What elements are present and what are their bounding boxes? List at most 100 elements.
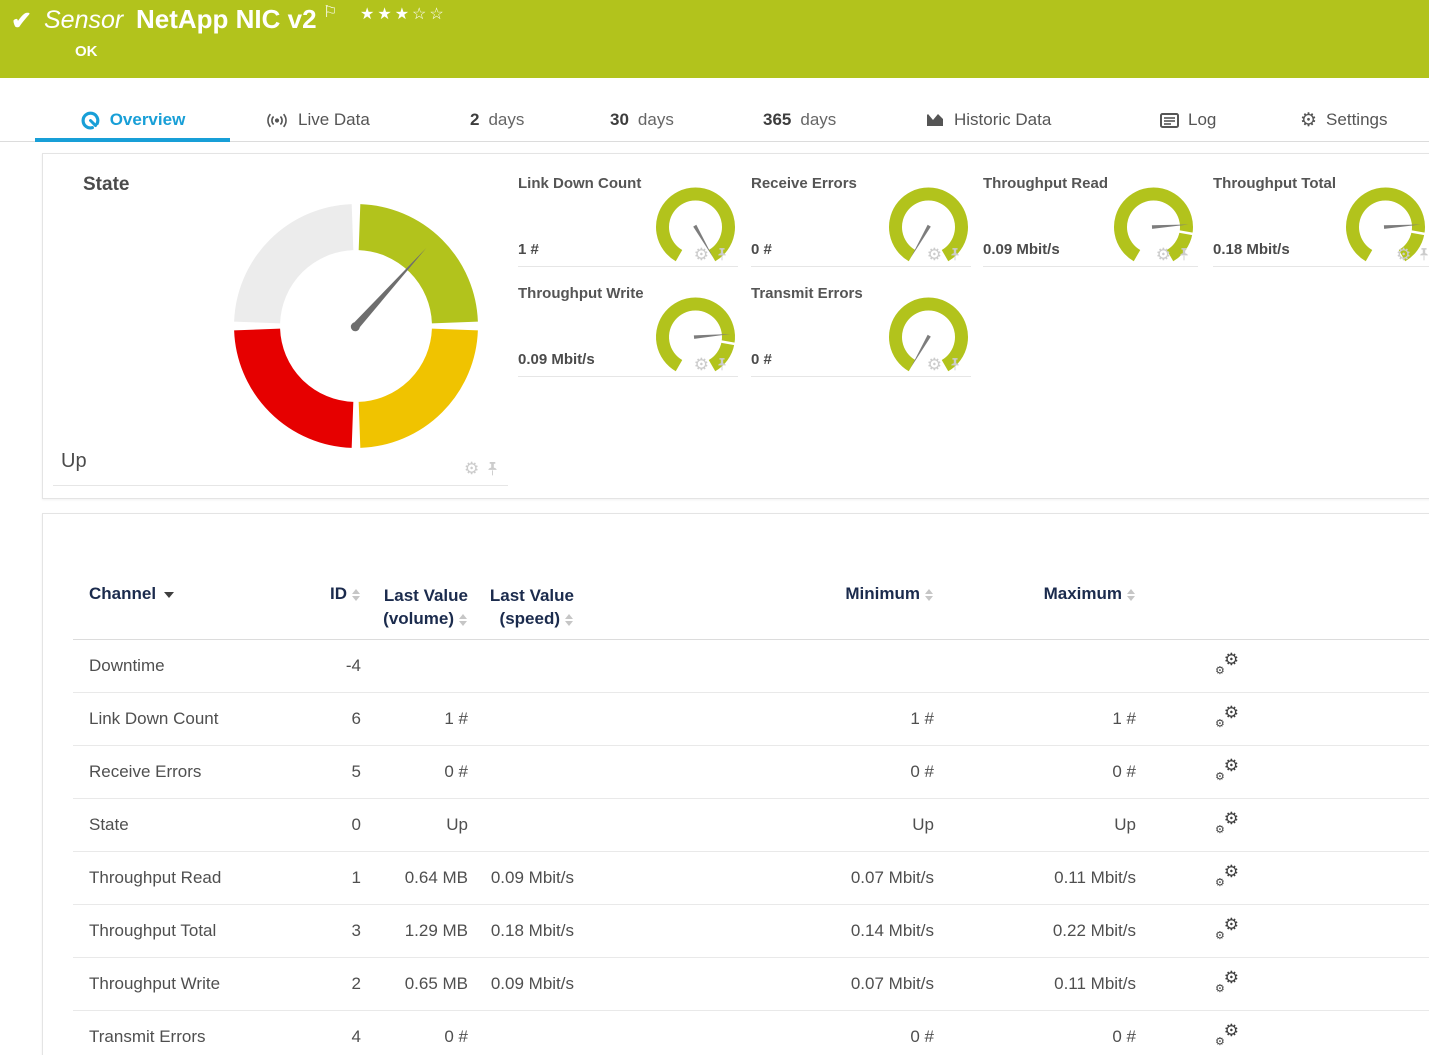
gauge-title: State [83,174,129,196]
last-value-volume: 0.65 MB [362,958,469,1011]
pin-icon[interactable] [716,357,728,372]
tab-365-days[interactable]: 365 days [763,100,836,140]
channel-name[interactable]: Transmit Errors [73,1011,280,1055]
table-row: Transmit Errors 4 0 # 0 # 0 # ⚙⚙ [73,1011,1429,1055]
channel-name[interactable]: Downtime [73,640,280,693]
gauge-settings-icon[interactable]: ⚙ [694,246,709,263]
table-row: Receive Errors 5 0 # 0 # 0 # ⚙⚙ [73,746,1429,799]
tab-log[interactable]: Log [1160,100,1216,140]
mini-gauge-card: Receive Errors 0 # ⚙ [751,171,971,267]
pin-icon[interactable] [716,247,728,262]
channel-settings-icon[interactable]: ⚙⚙ [1215,759,1239,781]
pin-icon[interactable] [486,461,499,477]
active-tab-underline [35,138,230,142]
pin-icon[interactable] [949,247,961,262]
gauge-value: 0 # [751,351,772,368]
column-header-maximum[interactable]: Maximum [935,576,1137,640]
minimum-value: Up [575,799,935,852]
tab-30-days[interactable]: 30 days [610,100,674,140]
sensor-type-label: Sensor [44,6,123,35]
minimum-value: 0.07 Mbit/s [575,852,935,905]
channel-settings-icon[interactable]: ⚙⚙ [1215,971,1239,993]
column-header-id[interactable]: ID [280,576,362,640]
maximum-value: 0.11 Mbit/s [935,958,1137,1011]
gauge-settings-icon[interactable]: ⚙ [927,356,942,373]
channel-settings-icon[interactable]: ⚙⚙ [1215,865,1239,887]
last-value-volume: 1.29 MB [362,905,469,958]
channel-settings-icon[interactable]: ⚙⚙ [1215,706,1239,728]
last-value-volume: 1 # [362,693,469,746]
sort-caret-icon [164,592,174,598]
pin-icon[interactable] [949,357,961,372]
channel-id: 1 [280,852,362,905]
tab-2-days[interactable]: 2 days [470,100,524,140]
pin-icon[interactable] [1418,247,1429,262]
table-header-row: Channel ID Last Value (volume) Last Valu… [73,576,1429,640]
last-value-speed [469,1011,575,1055]
channel-name[interactable]: Link Down Count [73,693,280,746]
state-gauge-card: State Up ⚙ [43,154,508,486]
channel-settings-icon[interactable]: ⚙⚙ [1215,812,1239,834]
channel-settings-icon[interactable]: ⚙⚙ [1215,918,1239,940]
channel-settings-icon[interactable]: ⚙⚙ [1215,653,1239,675]
mini-gauge-card: Throughput Total 0.18 Mbit/s ⚙ [1213,171,1429,267]
sensor-name: NetApp NIC v2 [136,4,317,35]
channel-id: 3 [280,905,362,958]
channel-name[interactable]: Throughput Read [73,852,280,905]
tab-label: Historic Data [954,110,1051,130]
minimum-value: 0.14 Mbit/s [575,905,935,958]
gauge-settings-icon[interactable]: ⚙ [694,356,709,373]
tab-settings[interactable]: ⚙ Settings [1300,100,1387,140]
mini-gauge-card: Link Down Count 1 # ⚙ [518,171,738,267]
gauge-title: Link Down Count [518,175,641,192]
channel-id: 4 [280,1011,362,1055]
minimum-value: 0.07 Mbit/s [575,958,935,1011]
channel-id: 0 [280,799,362,852]
sort-arrows-icon [459,614,468,626]
minimum-value: 1 # [575,693,935,746]
column-header-last-value-speed[interactable]: Last Value (speed) [469,576,575,640]
sort-arrows-icon [925,589,934,601]
table-row: Link Down Count 6 1 # 1 # 1 # ⚙⚙ [73,693,1429,746]
last-value-speed: 0.18 Mbit/s [469,905,575,958]
gauge-value: 1 # [518,241,539,258]
tab-live-data[interactable]: Live Data [265,100,370,140]
gauge-settings-icon[interactable]: ⚙ [927,246,942,263]
status-check-icon: ✔ [11,6,32,36]
area-chart-icon [925,112,945,128]
gauge-settings-icon[interactable]: ⚙ [464,460,479,477]
gauge-settings-icon[interactable]: ⚙ [1396,246,1411,263]
gauge-title: Receive Errors [751,175,857,192]
pin-icon[interactable] [1178,247,1190,262]
channel-name[interactable]: Receive Errors [73,746,280,799]
flag-icon[interactable]: ⚐ [323,2,337,22]
channel-name[interactable]: State [73,799,280,852]
tab-historic-data[interactable]: Historic Data [925,100,1051,140]
table-row: Throughput Read 1 0.64 MB 0.09 Mbit/s 0.… [73,852,1429,905]
column-header-channel[interactable]: Channel [73,576,280,640]
channel-id: 6 [280,693,362,746]
minimum-value: 0 # [575,746,935,799]
column-header-actions [1137,576,1429,640]
channel-id: 2 [280,958,362,1011]
tab-overview[interactable]: Overview [35,100,230,140]
last-value-volume: 0 # [362,1011,469,1055]
mini-gauge-card: Throughput Write 0.09 Mbit/s ⚙ [518,281,738,377]
gauge-title: Throughput Read [983,175,1108,192]
state-donut-gauge [226,196,486,456]
channel-settings-icon[interactable]: ⚙⚙ [1215,1024,1239,1046]
gauge-value: Up [61,450,87,473]
gauge-value: 0.09 Mbit/s [518,351,595,368]
channel-name[interactable]: Throughput Total [73,905,280,958]
channel-name[interactable]: Throughput Write [73,958,280,1011]
column-header-minimum[interactable]: Minimum [575,576,935,640]
column-header-last-value-volume[interactable]: Last Value (volume) [362,576,469,640]
maximum-value: 0 # [935,1011,1137,1055]
gauge-title: Throughput Write [518,285,644,302]
mini-gauge-card: Throughput Read 0.09 Mbit/s ⚙ [983,171,1198,267]
gauge-settings-icon[interactable]: ⚙ [1156,246,1171,263]
priority-stars[interactable]: ★★★☆☆ [360,4,447,24]
log-list-icon [1160,113,1179,128]
channels-table-panel: Channel ID Last Value (volume) Last Valu… [42,513,1429,1055]
cell-divider [53,485,508,486]
